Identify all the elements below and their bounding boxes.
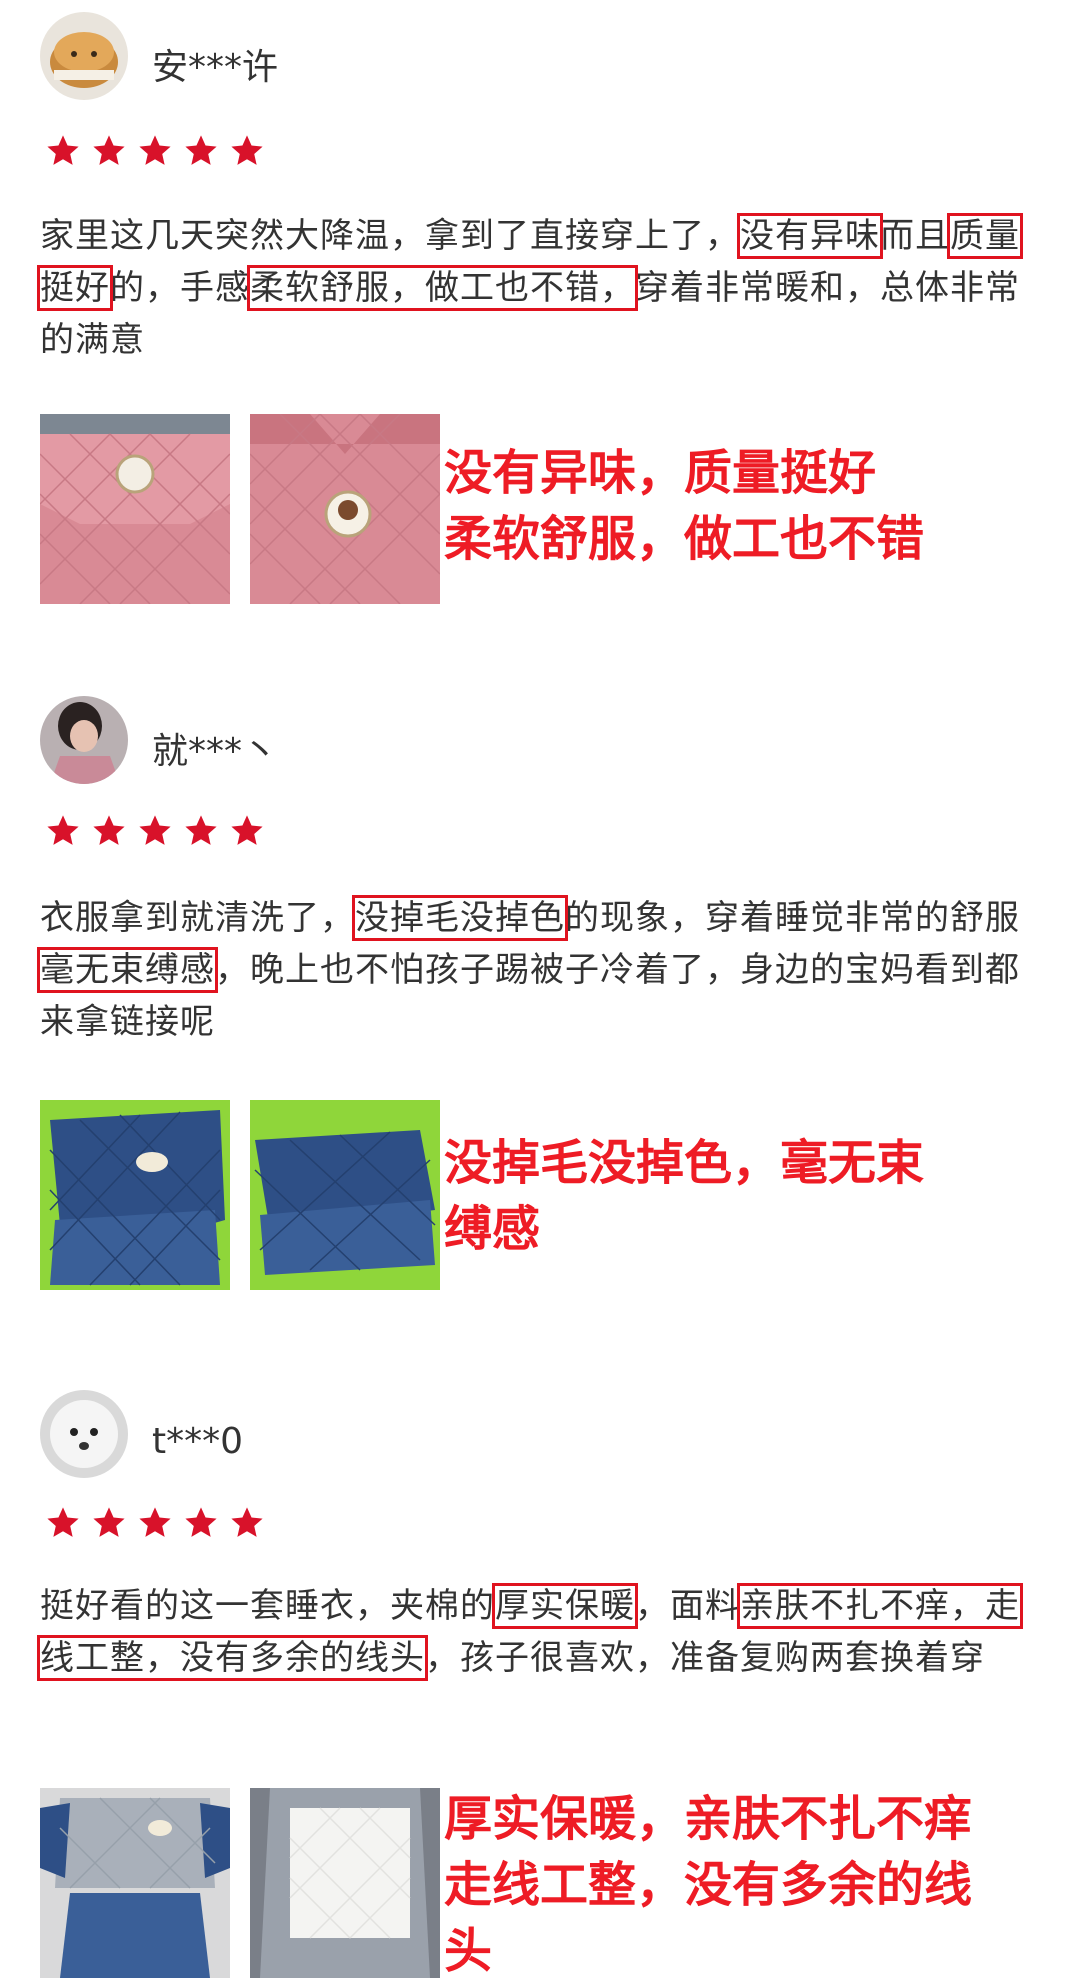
review-text-part: 的现象，穿着睡觉非常的舒服 bbox=[565, 898, 1020, 938]
summary-callout: 没掉毛没掉色，毫无束 缚感 bbox=[444, 1130, 1044, 1262]
highlight-box: 没有异味 bbox=[737, 213, 883, 259]
star-icon bbox=[93, 135, 125, 165]
review-text-part: 衣服拿到就清洗了， bbox=[40, 898, 355, 938]
summary-line: 没有异味，质量挺好 bbox=[444, 445, 877, 501]
star-icon bbox=[185, 1507, 217, 1537]
star-icon bbox=[47, 815, 79, 845]
highlight-box: 没掉毛没掉色 bbox=[352, 895, 568, 941]
user-avatar[interactable] bbox=[40, 1390, 128, 1478]
star-icon bbox=[231, 815, 263, 845]
highlight-box: 毫无束缚感 bbox=[37, 947, 218, 993]
star-icon bbox=[231, 135, 263, 165]
review-card: t***0 挺好看的这一套睡衣，夹棉的厚实保暖，面料亲肤不扎不痒，走线工整，没有… bbox=[0, 1372, 1080, 1988]
review-text: 家里这几天突然大降温，拿到了直接穿上了，没有异味而且质量挺好的，手感柔软舒服，做… bbox=[37, 210, 1040, 366]
highlight-box: 厚实保暖 bbox=[492, 1583, 638, 1629]
rating-stars bbox=[46, 814, 264, 848]
username[interactable]: t***0 bbox=[152, 1422, 243, 1462]
review-photo[interactable] bbox=[250, 1100, 440, 1290]
rating-stars bbox=[46, 1506, 264, 1540]
user-avatar[interactable] bbox=[40, 12, 128, 100]
summary-line: 走线工整，没有多余的线 bbox=[444, 1857, 973, 1913]
star-icon bbox=[47, 135, 79, 165]
review-photo[interactable] bbox=[250, 414, 440, 604]
review-card: 就***丶 衣服拿到就清洗了，没掉毛没掉色的现象，穿着睡觉非常的舒服毫无束缚感，… bbox=[0, 690, 1080, 1330]
summary-line: 缚感 bbox=[444, 1201, 541, 1257]
review-text-part: ，孩子很喜欢，准备复购两套换着穿 bbox=[425, 1638, 985, 1678]
summary-line: 柔软舒服，做工也不错 bbox=[444, 511, 925, 567]
star-icon bbox=[139, 815, 171, 845]
rating-stars bbox=[46, 134, 264, 168]
summary-callout: 厚实保暖，亲肤不扎不痒 走线工整，没有多余的线 头 bbox=[444, 1786, 1044, 1984]
star-icon bbox=[185, 135, 217, 165]
star-icon bbox=[47, 1507, 79, 1537]
summary-callout: 没有异味，质量挺好 柔软舒服，做工也不错 bbox=[444, 440, 1044, 572]
review-text-part: 而且 bbox=[880, 216, 950, 256]
star-icon bbox=[93, 1507, 125, 1537]
review-text-part: 挺好看的这一套睡衣，夹棉的 bbox=[40, 1586, 495, 1626]
star-icon bbox=[139, 135, 171, 165]
review-text: 衣服拿到就清洗了，没掉毛没掉色的现象，穿着睡觉非常的舒服毫无束缚感，晚上也不怕孩… bbox=[37, 892, 1040, 1048]
review-photo[interactable] bbox=[40, 414, 230, 604]
review-photo[interactable] bbox=[40, 1100, 230, 1290]
review-text-part: ，面料 bbox=[635, 1586, 740, 1626]
star-icon bbox=[231, 1507, 263, 1537]
username[interactable]: 安***许 bbox=[152, 48, 278, 88]
star-icon bbox=[93, 815, 125, 845]
star-icon bbox=[185, 815, 217, 845]
summary-line: 头 bbox=[444, 1923, 493, 1979]
summary-line: 没掉毛没掉色，毫无束 bbox=[444, 1135, 925, 1191]
star-icon bbox=[139, 1507, 171, 1537]
review-photo[interactable] bbox=[250, 1788, 440, 1978]
review-card: 安***许 家里这几天突然大降温，拿到了直接穿上了，没有异味而且质量挺好的，手感… bbox=[0, 0, 1080, 640]
username[interactable]: 就***丶 bbox=[152, 732, 278, 772]
user-avatar[interactable] bbox=[40, 696, 128, 784]
review-text-part: 家里这几天突然大降温，拿到了直接穿上了， bbox=[40, 216, 740, 256]
highlight-box: 柔软舒服，做工也不错， bbox=[247, 265, 638, 311]
summary-line: 厚实保暖，亲肤不扎不痒 bbox=[444, 1791, 973, 1847]
review-photo[interactable] bbox=[40, 1788, 230, 1978]
review-text-part: 的，手感 bbox=[110, 268, 250, 308]
review-text: 挺好看的这一套睡衣，夹棉的厚实保暖，面料亲肤不扎不痒，走线工整，没有多余的线头，… bbox=[37, 1580, 1040, 1684]
